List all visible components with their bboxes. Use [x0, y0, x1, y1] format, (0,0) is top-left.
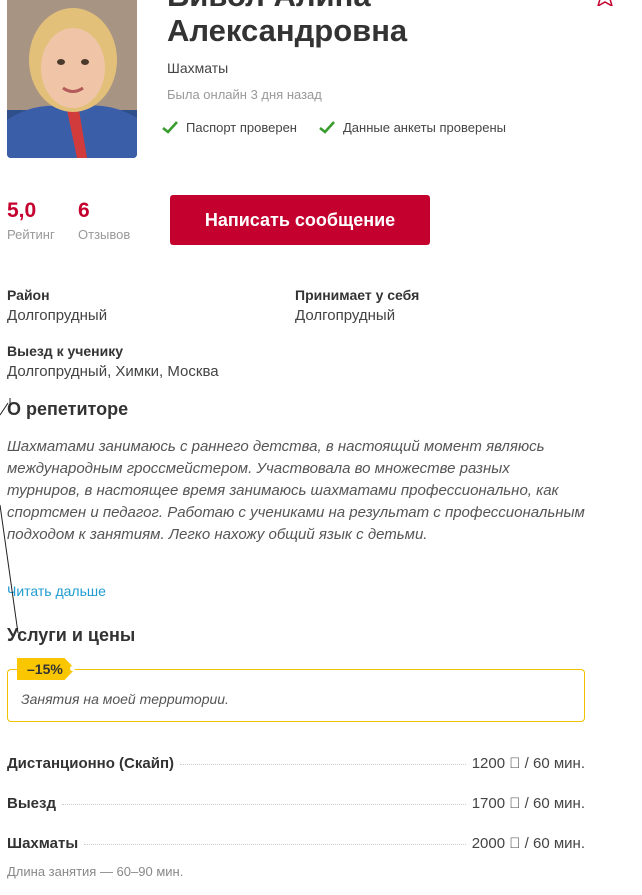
visit-value: Долгопрудный, Химки, Москва — [7, 363, 219, 380]
price-row-visit: Выезд 1700 ⃝ / 60 мин. — [7, 795, 585, 812]
online-status: Была онлайн 3 дня назад — [167, 87, 322, 102]
service-name: Выезд — [7, 795, 56, 812]
district-label: Район — [7, 287, 50, 303]
leader-dots — [61, 804, 466, 805]
home-label: Принимает у себя — [295, 287, 420, 303]
service-name: Шахматы — [7, 835, 79, 852]
promo-box: Занятия на моей территории. — [7, 669, 585, 722]
district-value: Долгопрудный — [7, 307, 108, 324]
avatar — [7, 0, 137, 158]
reviews-block[interactable]: 6 Отзывов — [78, 199, 130, 242]
tutor-subject: Шахматы — [167, 60, 229, 76]
rating-label: Рейтинг — [7, 227, 55, 242]
reviews-value: 6 — [78, 199, 90, 222]
service-name: Дистанционно (Скайп) — [7, 755, 175, 772]
profile-photo[interactable] — [7, 0, 137, 158]
verification-list: Паспорт проверен Данные анкеты проверены — [162, 120, 506, 135]
about-text: Шахматами занимаюсь с раннего детства, в… — [7, 438, 585, 543]
discount-badge: –15% — [17, 658, 75, 680]
verification-profile-data: Данные анкеты проверены — [319, 120, 506, 135]
badge-dot-icon — [70, 666, 75, 671]
checkmark-icon — [319, 121, 335, 134]
service-price: 1700 ⃝ / 60 мин. — [471, 795, 585, 812]
price-row-chess: Шахматы 2000 ⃝ / 60 мин. — [7, 835, 585, 852]
service-price: 2000 ⃝ / 60 мин. — [471, 835, 585, 852]
checkmark-icon — [162, 121, 178, 134]
visit-block: Выезд к ученику Долгопрудный, Химки, Мос… — [7, 343, 219, 380]
visit-label: Выезд к ученику — [7, 343, 124, 359]
cursor-trail — [0, 398, 19, 634]
verification-label: Данные анкеты проверены — [342, 120, 506, 135]
home-block: Принимает у себя Долгопрудный — [295, 287, 419, 324]
price-row-remote: Дистанционно (Скайп) 1200 ⃝ / 60 мин. — [7, 755, 585, 772]
reviews-label: Отзывов — [78, 227, 131, 242]
promo-text: Занятия на моей территории. — [21, 691, 229, 707]
tutor-name-line2: Александровна — [167, 13, 408, 48]
tutor-name: Бивол Алина Александровна — [167, 0, 407, 48]
rating-block: 5,0 Рейтинг — [7, 199, 55, 242]
leader-dots — [84, 844, 466, 845]
rating-value: 5,0 — [7, 199, 37, 222]
district-block: Район Долгопрудный — [7, 287, 107, 324]
favorite-star-icon[interactable] — [594, 0, 616, 11]
tutor-name-line1: Бивол Алина — [167, 0, 407, 13]
service-price: 1200 ⃝ / 60 мин. — [471, 755, 585, 772]
leader-dots — [180, 764, 466, 765]
verification-passport: Паспорт проверен — [162, 120, 297, 135]
home-value: Долгопрудный — [295, 307, 396, 324]
verification-label: Паспорт проверен — [186, 120, 297, 135]
duration-note: Длина занятия — 60–90 мин. — [7, 864, 184, 879]
write-message-button[interactable]: Написать сообщение — [170, 195, 430, 245]
